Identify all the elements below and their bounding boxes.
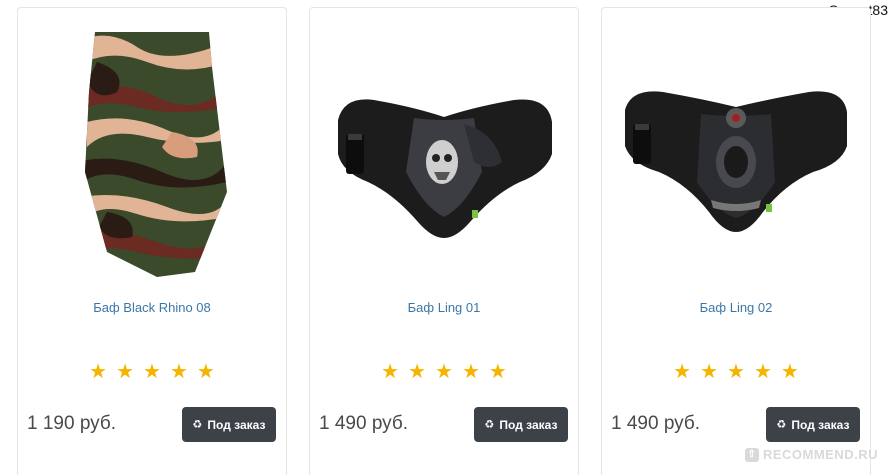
- product-card[interactable]: Баф Black Rhino 08 ★★★★★ 1 190 руб. ♻ По…: [17, 7, 287, 475]
- rating-stars: ★★★★★: [89, 359, 224, 383]
- product-name-link[interactable]: Баф Ling 01: [310, 300, 578, 315]
- skull-face-mask-image[interactable]: [310, 22, 578, 282]
- gothic-mask-graphic: [625, 91, 847, 232]
- order-icon: ♻: [484, 418, 495, 431]
- recommend-logo-icon: ⇧: [744, 447, 759, 462]
- product-price: 1 490 руб.: [319, 413, 409, 434]
- order-button-label: Под заказ: [791, 417, 850, 432]
- product-name-link[interactable]: Баф Black Rhino 08: [18, 300, 286, 315]
- product-card[interactable]: Баф Ling 02 ★★★★★ 1 490 руб. ♻ Под заказ: [601, 7, 871, 475]
- product-name-link[interactable]: Баф Ling 02: [602, 300, 870, 315]
- order-button-label: Под заказ: [207, 417, 266, 432]
- order-icon: ♻: [776, 418, 787, 431]
- gothic-face-mask-image[interactable]: [602, 22, 870, 282]
- product-card[interactable]: Баф Ling 01 ★★★★★ 1 490 руб. ♻ Под заказ: [309, 7, 579, 475]
- product-grid-page: Suncat83: [0, 0, 894, 475]
- order-button-label: Под заказ: [499, 417, 558, 432]
- skull-mask-graphic: [338, 99, 552, 238]
- rating-stars: ★★★★★: [381, 359, 516, 383]
- order-button[interactable]: ♻ Под заказ: [182, 407, 276, 442]
- rating-stars: ★★★★★: [673, 359, 808, 383]
- order-button[interactable]: ♻ Под заказ: [474, 407, 568, 442]
- camouflage-bandana-image[interactable]: [18, 22, 286, 282]
- order-icon: ♻: [192, 418, 203, 431]
- recommend-watermark: ⇧ RECOMMEND.RU: [744, 447, 878, 462]
- watermark-text: RECOMMEND.RU: [762, 447, 878, 462]
- product-price: 1 190 руб.: [27, 413, 117, 434]
- camouflage-bandana-graphic: [85, 32, 227, 277]
- product-price: 1 490 руб.: [611, 413, 701, 434]
- order-button[interactable]: ♻ Под заказ: [766, 407, 860, 442]
